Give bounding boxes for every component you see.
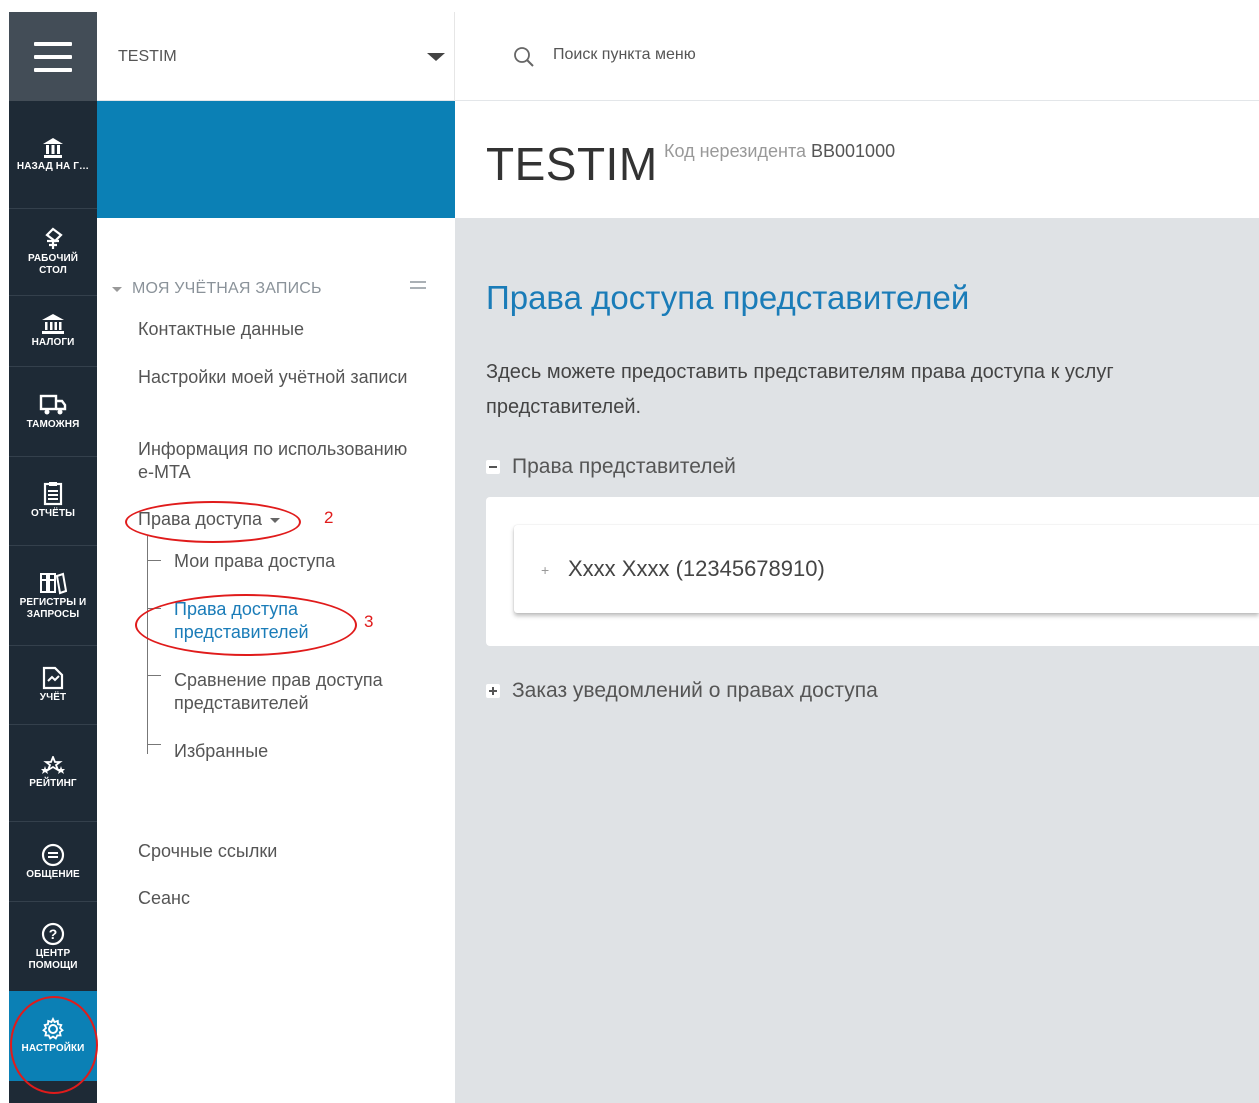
search-input[interactable]: [553, 46, 953, 64]
nav-session[interactable]: Сеанс: [138, 887, 190, 910]
rail-item-customs[interactable]: ТАМОЖНЯ: [9, 367, 97, 457]
nav-favorites[interactable]: Избранные: [174, 740, 268, 763]
rail-label: ЦЕНТР ПОМОЩИ: [28, 947, 78, 971]
representative-card[interactable]: + Xxxx Xxxx (12345678910): [514, 525, 1259, 613]
org-title: TESTIM: [486, 138, 658, 190]
rail-label: РАБОЧИЙ СТОЛ: [27, 253, 79, 276]
rail-item-rating[interactable]: РЕЙТИНГ: [9, 725, 97, 822]
annotation-ellipse: [10, 996, 98, 1094]
accordion-representatives-rights[interactable]: Права представителей: [486, 455, 736, 479]
rail-item-reports[interactable]: ОТЧЁТЫ: [9, 457, 97, 546]
nonresident-code: Код нерезидента BB001000: [664, 141, 895, 162]
rail-item-accounting[interactable]: УЧЁТ: [9, 646, 97, 725]
annotation-number: 2: [324, 508, 334, 527]
top-bar: TESTIM: [97, 12, 1259, 101]
chat-icon: [41, 843, 65, 866]
rail-item-help[interactable]: ? ЦЕНТР ПОМОЩИ: [9, 902, 97, 991]
chevron-down-icon: [427, 53, 445, 61]
page-title: Права доступа представителей: [486, 279, 970, 316]
rail-label: ОБЩЕНИЕ: [26, 868, 80, 880]
accordion-label: Заказ уведомлений о правах доступа: [512, 679, 878, 702]
nav-account-settings[interactable]: Настройки моей учётной записи: [138, 366, 418, 389]
rail-item-back[interactable]: НАЗАД НА Г…: [9, 101, 97, 209]
section-my-account[interactable]: МОЯ УЧЁТНАЯ ЗАПИСЬ: [112, 280, 322, 298]
chevron-down-icon: [112, 286, 122, 292]
section-title-label: МОЯ УЧЁТНАЯ ЗАПИСЬ: [132, 280, 322, 297]
nav-emta-usage-info[interactable]: Информация по использованию e-MTA: [138, 438, 418, 484]
collapse-icon[interactable]: [410, 281, 426, 289]
annotation-ellipse: [135, 594, 357, 656]
stars-icon: [41, 756, 65, 774]
organization-select-value: TESTIM: [118, 48, 177, 65]
rail-item-registers[interactable]: РЕГИСТРЫ И ЗАПРОСЫ: [9, 546, 97, 646]
representative-name: Xxxx Xxxx (12345678910): [568, 556, 825, 581]
rail-label: УЧЁТ: [39, 692, 67, 703]
page-description-line: Здесь можете предоставить представителям…: [486, 361, 1114, 383]
rail-label: РЕГИСТРЫ И ЗАПРОСЫ: [19, 596, 87, 620]
plus-icon: [486, 684, 500, 698]
nav-quick-links[interactable]: Срочные ссылки: [138, 840, 277, 863]
rail-item-desktop[interactable]: РАБОЧИЙ СТОЛ: [9, 209, 97, 296]
rail-item-communication[interactable]: ОБЩЕНИЕ: [9, 822, 97, 902]
page-description-line: представителей.: [486, 396, 642, 418]
menu-search: [513, 40, 1013, 74]
ledger-icon: [42, 666, 64, 690]
page-description: Здесь можете предоставить представителям…: [486, 355, 1259, 425]
nav-contact-data[interactable]: Контактные данные: [138, 318, 304, 341]
nav-my-access-rights[interactable]: Мои права доступа: [174, 550, 335, 573]
truck-icon: [39, 394, 67, 414]
desktop-icon: [45, 227, 63, 249]
report-icon: [43, 482, 63, 506]
rail-item-taxes[interactable]: НАЛОГИ: [9, 296, 97, 367]
home-building-icon: [43, 137, 63, 158]
org-banner: [97, 101, 455, 218]
tree-branch: [147, 560, 161, 561]
menu-toggle-button[interactable]: [9, 12, 97, 101]
accordion-notifications[interactable]: Заказ уведомлений о правах доступа: [486, 679, 878, 703]
organization-select[interactable]: TESTIM: [97, 12, 455, 101]
help-icon: ?: [41, 922, 65, 945]
nonresident-code-label: Код нерезидента: [664, 141, 806, 161]
tree-line: [147, 536, 148, 754]
bank-icon: [42, 314, 64, 334]
icon-rail: НАЗАД НА Г… РАБОЧИЙ СТОЛ НАЛОГИ ТАМОЖНЯ …: [9, 12, 97, 1103]
main-content: Права доступа представителей Здесь может…: [455, 218, 1259, 1103]
org-header: TESTIM Код нерезидента BB001000: [455, 101, 1259, 218]
annotation-ellipse: [125, 501, 301, 543]
account-menu: МОЯ УЧЁТНАЯ ЗАПИСЬ Контактные данные Нас…: [97, 218, 455, 1103]
nav-compare-representatives-rights[interactable]: Сравнение прав доступа представителей: [174, 669, 434, 715]
rail-label: НАЗАД НА Г…: [16, 160, 90, 172]
rail-label: ТАМОЖНЯ: [26, 418, 80, 430]
minus-icon: [486, 460, 500, 474]
tree-branch: [147, 675, 161, 676]
tree-branch: [147, 744, 161, 745]
rail-label: ОТЧЁТЫ: [30, 508, 76, 519]
nonresident-code-value: BB001000: [811, 141, 896, 161]
annotation-number: 3: [364, 612, 374, 631]
binders-icon: [40, 572, 67, 594]
representatives-panel: + Xxxx Xxxx (12345678910): [486, 497, 1259, 646]
svg-text:?: ?: [49, 926, 58, 942]
accordion-label: Права представителей: [512, 455, 736, 478]
hamburger-icon: [34, 41, 72, 72]
rail-label: НАЛОГИ: [31, 337, 75, 348]
plus-icon: +: [541, 562, 550, 578]
rail-label: РЕЙТИНГ: [29, 778, 77, 789]
search-icon: [514, 47, 534, 67]
